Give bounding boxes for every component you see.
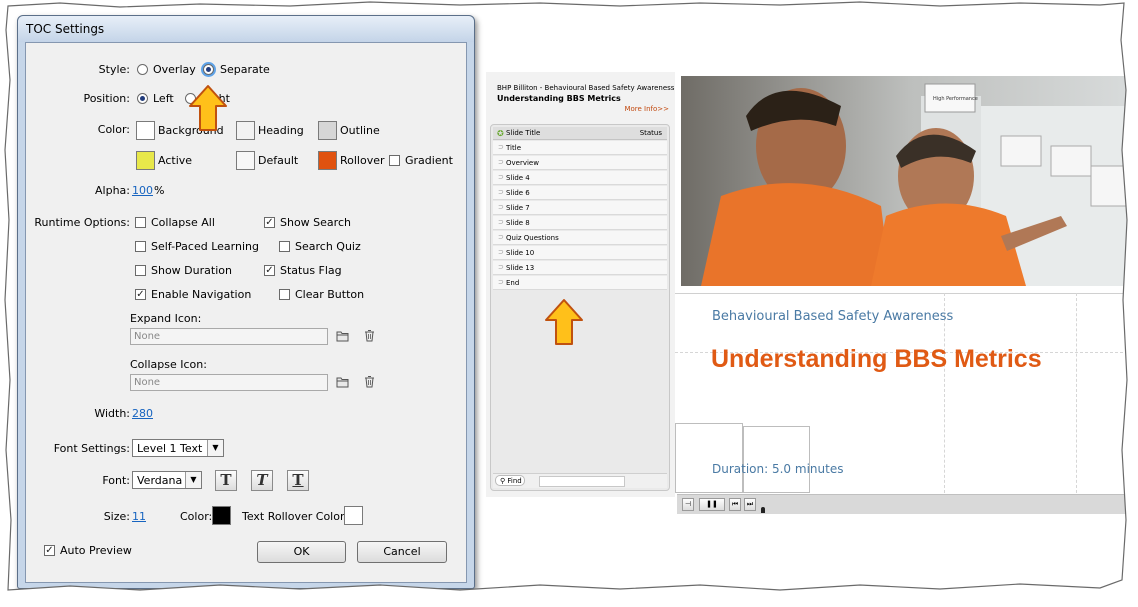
screenshot: TOC Settings Style: Overlay Separate Pos… bbox=[0, 0, 1138, 607]
torn-edge-frame bbox=[0, 0, 1138, 607]
